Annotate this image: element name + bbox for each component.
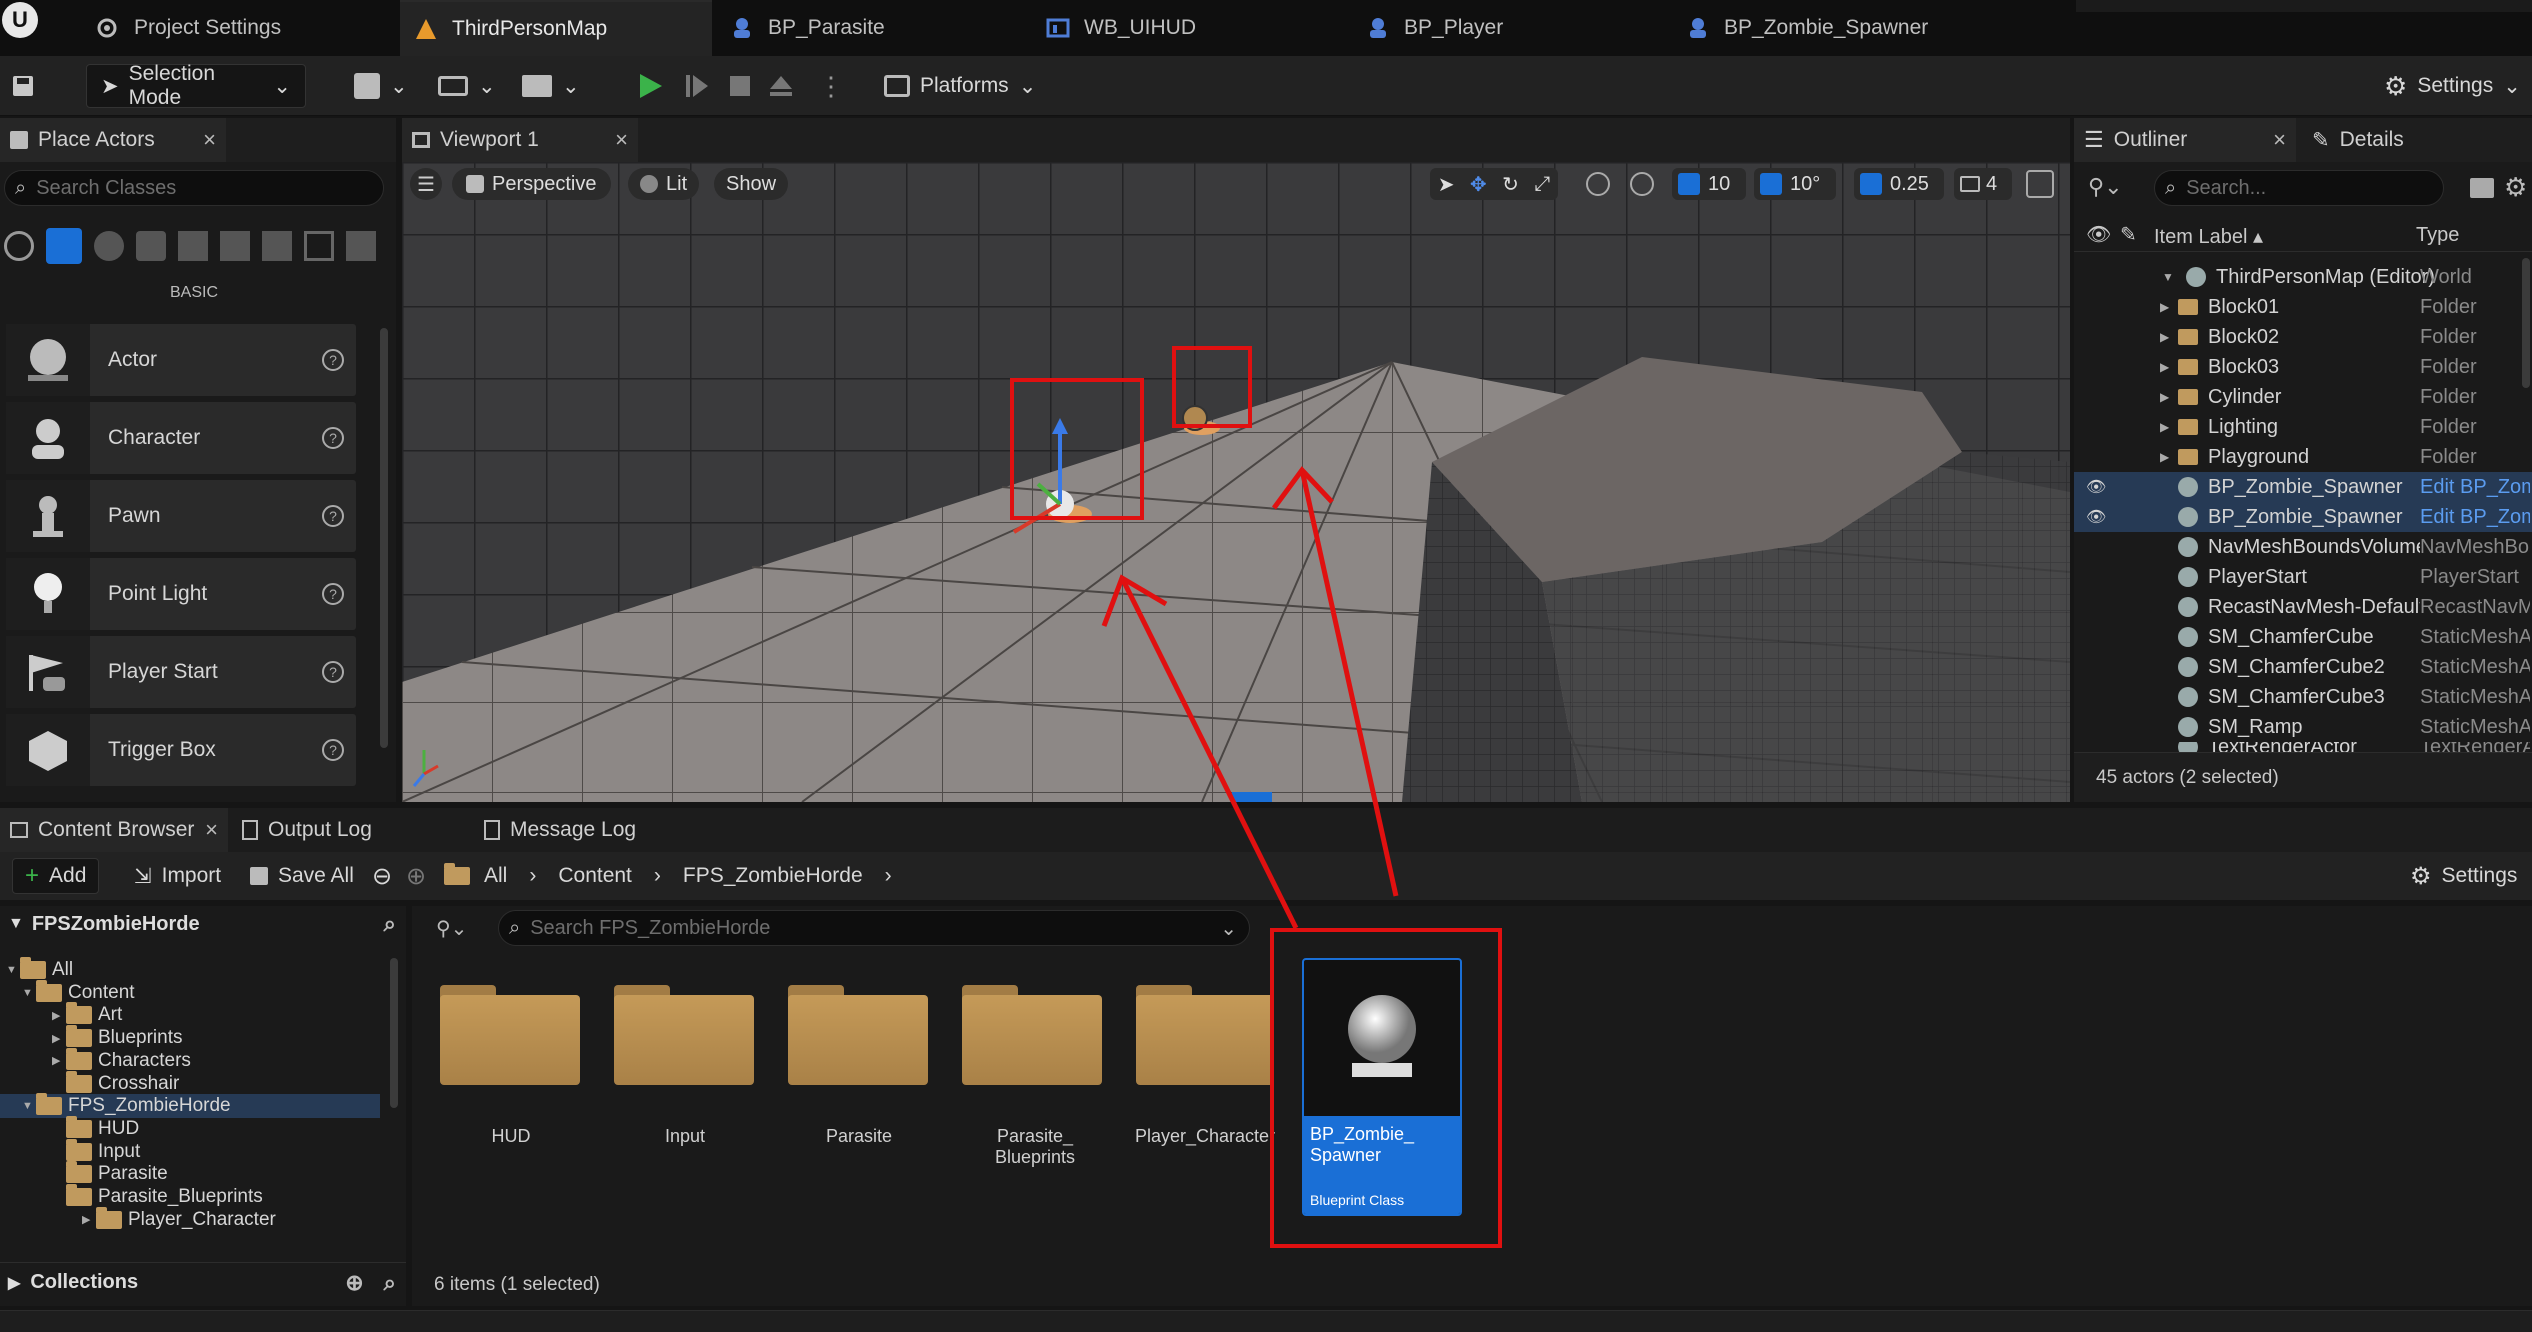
annotation-arrows <box>1101 466 1399 930</box>
unreal-editor-window: { "tabs":[ {"label":"Project Settings","… <box>0 0 2532 1332</box>
